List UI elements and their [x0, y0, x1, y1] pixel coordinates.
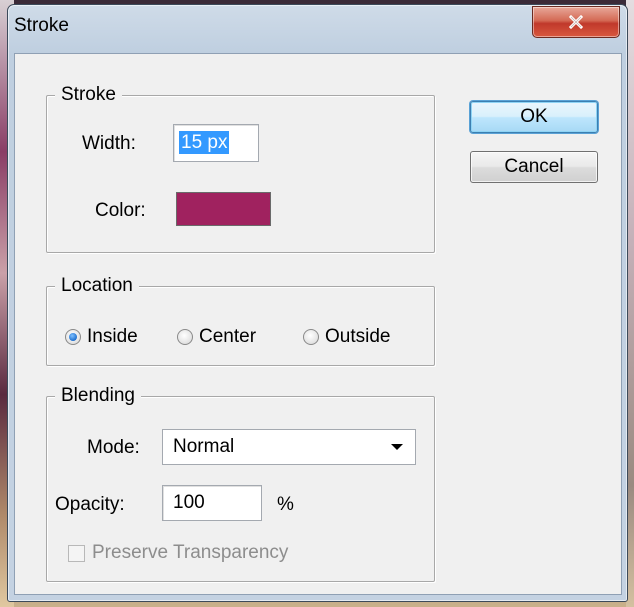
- mode-dropdown[interactable]: Normal: [162, 429, 416, 465]
- close-button[interactable]: [532, 6, 620, 38]
- stroke-dialog: Stroke Stroke Width: 15 px Color: Locati…: [7, 4, 628, 602]
- preserve-transparency-label: Preserve Transparency: [92, 542, 289, 563]
- blending-group: Blending Mode: Normal Opacity: 100 % Pre…: [46, 383, 435, 582]
- cancel-button[interactable]: Cancel: [470, 151, 598, 183]
- radio-center[interactable]: [177, 329, 193, 345]
- opacity-input[interactable]: 100: [162, 485, 262, 521]
- mode-value: Normal: [173, 436, 235, 457]
- dialog-body: Stroke Width: 15 px Color: Location Insi…: [14, 53, 622, 595]
- close-icon: [569, 15, 583, 29]
- radio-inside-label[interactable]: Inside: [87, 325, 138, 349]
- dialog-title: Stroke: [14, 15, 69, 36]
- radio-outside-label[interactable]: Outside: [325, 325, 390, 349]
- width-value: 15 px: [179, 131, 230, 154]
- ok-button[interactable]: OK: [470, 101, 598, 133]
- opacity-label: Opacity:: [55, 494, 125, 515]
- chevron-down-icon: [391, 444, 403, 450]
- radio-outside[interactable]: [303, 329, 319, 345]
- width-input[interactable]: 15 px: [173, 124, 259, 162]
- opacity-value: 100: [173, 492, 205, 513]
- title-bar[interactable]: Stroke: [8, 5, 627, 53]
- location-group-legend: Location: [55, 273, 139, 299]
- blending-group-legend: Blending: [55, 383, 141, 409]
- radio-center-label[interactable]: Center: [199, 325, 256, 349]
- color-label: Color:: [95, 200, 146, 221]
- width-label: Width:: [82, 133, 136, 154]
- stroke-color-swatch[interactable]: [176, 192, 271, 226]
- stroke-group: Stroke Width: 15 px Color:: [46, 82, 435, 253]
- mode-label: Mode:: [87, 437, 140, 458]
- location-group: Location Inside Center Outside: [46, 273, 435, 366]
- radio-inside[interactable]: [65, 329, 81, 345]
- opacity-unit: %: [277, 494, 294, 515]
- preserve-transparency-checkbox[interactable]: [68, 545, 85, 562]
- stroke-group-legend: Stroke: [55, 82, 122, 108]
